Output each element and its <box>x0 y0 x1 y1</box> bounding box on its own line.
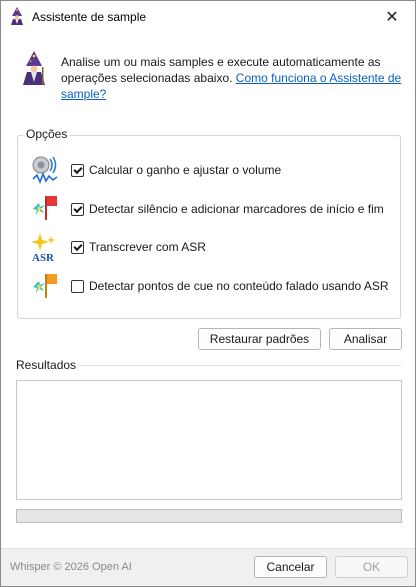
checkbox-asr[interactable] <box>71 241 84 254</box>
title-bar[interactable]: Assistente de sample ✕ <box>1 1 415 33</box>
audio-gain-icon <box>32 156 58 184</box>
analyze-button[interactable]: Analisar <box>329 328 402 350</box>
footer-credit: Whisper © 2026 Open AI <box>10 561 132 573</box>
window-title: Assistente de sample <box>32 10 147 24</box>
progress-bar <box>16 509 402 523</box>
assistant-window: Assistente de sample ✕ Analise um ou mai… <box>0 0 416 587</box>
results-label: Resultados <box>16 358 77 372</box>
checkbox-gain[interactable] <box>71 164 84 177</box>
checkbox-silence[interactable] <box>71 203 84 216</box>
option-label-gain[interactable]: Calcular o ganho e ajustar o volume <box>89 163 281 177</box>
options-group-label: Opções <box>23 127 71 141</box>
wizard-icon <box>23 51 45 85</box>
ok-button[interactable]: OK <box>335 556 408 578</box>
svg-text:ASR: ASR <box>32 252 55 262</box>
asr-icon: ASR <box>31 233 55 262</box>
option-label-silence[interactable]: Detectar silêncio e adicionar marcadores… <box>89 202 384 216</box>
close-button[interactable]: ✕ <box>369 1 415 33</box>
footer-bar: Whisper © 2026 Open AI Cancelar OK <box>1 548 415 586</box>
cue-points-icon <box>33 274 57 298</box>
checkbox-cue-points[interactable] <box>71 280 84 293</box>
wizard-icon <box>11 7 23 25</box>
results-textbox[interactable] <box>16 380 402 500</box>
intro-description: Analise um ou mais samples e execute aut… <box>61 54 405 102</box>
option-label-asr[interactable]: Transcrever com ASR <box>89 240 206 254</box>
restore-defaults-button[interactable]: Restaurar padrões <box>198 328 321 350</box>
option-label-cue-points[interactable]: Detectar pontos de cue no conteúdo falad… <box>89 279 389 293</box>
cancel-button[interactable]: Cancelar <box>254 556 327 578</box>
results-divider <box>79 365 401 366</box>
close-icon: ✕ <box>385 9 399 26</box>
silence-markers-icon <box>33 196 57 220</box>
